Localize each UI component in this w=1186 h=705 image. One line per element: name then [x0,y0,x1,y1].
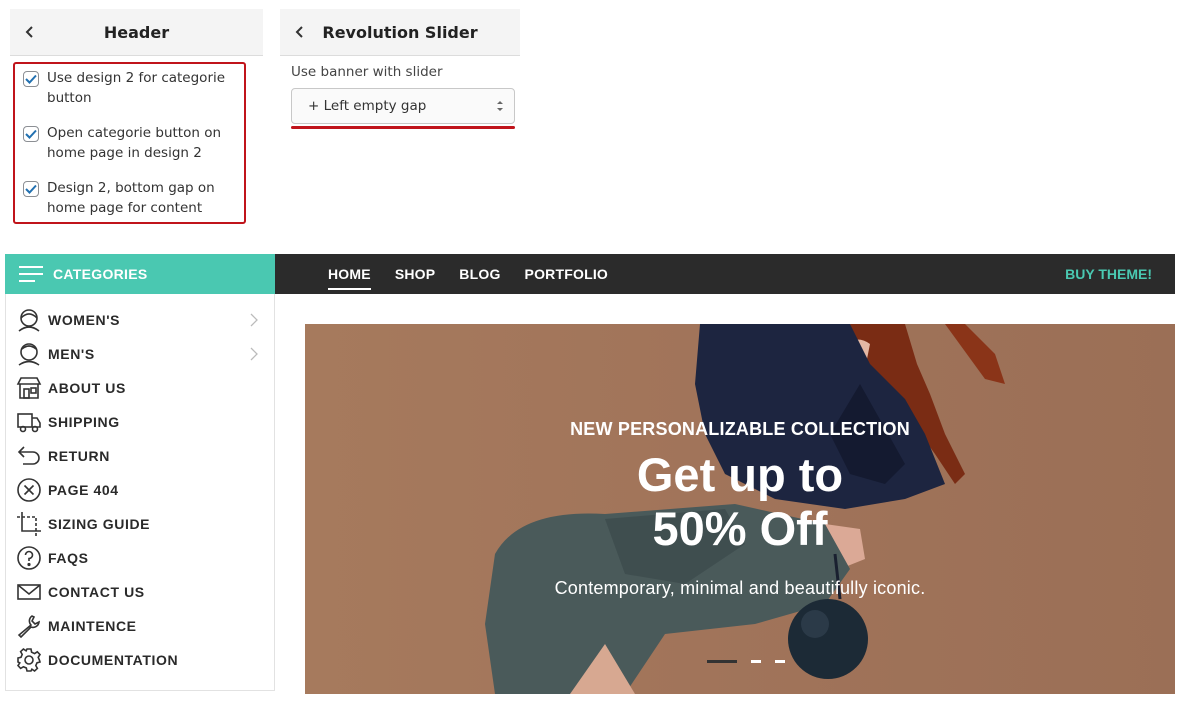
checkbox-label: Use design 2 for categorie button [47,70,226,106]
hero-slider[interactable]: NEW PERSONALIZABLE COLLECTION Get up to … [305,324,1175,694]
chevron-right-icon [250,347,258,361]
slide-dot-1[interactable] [707,660,737,663]
question-circle-icon [16,545,42,571]
slider-pagination [707,660,799,663]
category-page-404[interactable]: PAGE 404 [16,473,266,507]
checkbox[interactable] [23,71,39,87]
category-sizing-guide[interactable]: SIZING GUIDE [16,507,266,541]
hero-subtitle: Contemporary, minimal and beautifully ic… [554,578,926,598]
chevron-left-icon [295,26,303,38]
highlight-underline [291,126,515,129]
category-label: FAQS [48,550,89,566]
hamburger-icon [19,266,43,282]
checkbox-label: Design 2, bottom gap on home page for co… [47,180,215,216]
category-mens[interactable]: MEN'S [16,337,266,371]
option-design2-categorie[interactable]: Use design 2 for categorie button [23,68,247,108]
buy-theme-link[interactable]: BUY THEME! [1065,266,1152,282]
crop-icon [16,511,42,537]
envelope-icon [16,579,42,605]
checkbox[interactable] [23,126,39,142]
categories-label: CATEGORIES [53,266,148,282]
option-bottom-gap[interactable]: Design 2, bottom gap on home page for co… [23,178,247,218]
banner-select[interactable]: + Left empty gap [291,88,515,124]
categories-sidebar: WOMEN'S MEN'S ABOUT US SHIPPING RETURN P… [5,294,275,691]
category-maintence[interactable]: MAINTENCE [16,609,266,643]
category-label: MAINTENCE [48,618,137,634]
slide-dot-2[interactable] [751,660,761,663]
gear-icon [16,647,42,673]
slider-panel-head: Revolution Slider [280,9,520,56]
back-button[interactable] [18,17,42,47]
checkmark-icon [25,184,37,194]
nav-links: HOME SHOP BLOG PORTFOLIO [328,254,632,294]
chevron-left-icon [25,26,33,38]
select-arrows-icon [497,101,503,111]
main-navbar: CATEGORIES HOME SHOP BLOG PORTFOLIO BUY … [5,254,1175,294]
slide-dot-3[interactable] [775,660,785,663]
category-return[interactable]: RETURN [16,439,266,473]
checkmark-icon [25,129,37,139]
x-circle-icon [16,477,42,503]
category-contact-us[interactable]: CONTACT US [16,575,266,609]
hero-kicker: NEW PERSONALIZABLE COLLECTION [570,419,910,439]
checkbox[interactable] [23,181,39,197]
category-label: CONTACT US [48,584,145,600]
panel-title: Header [103,22,170,42]
checkbox-label: Open categorie button on home page in de… [47,125,222,161]
categories-button[interactable]: CATEGORIES [5,254,275,294]
checkmark-icon [25,74,37,84]
selected-value: + Left empty gap [308,98,427,114]
nav-link-portfolio[interactable]: PORTFOLIO [525,266,608,282]
back-button[interactable] [288,17,312,47]
chevron-right-icon [250,313,258,327]
category-label: RETURN [48,448,110,464]
return-arrow-icon [16,443,42,469]
category-label: MEN'S [48,346,95,362]
category-documentation[interactable]: DOCUMENTATION [16,643,266,677]
category-label: ABOUT US [48,380,126,396]
man-icon [16,341,42,367]
nav-link-home[interactable]: HOME [328,266,371,290]
category-label: SHIPPING [48,414,120,430]
woman-icon [16,307,42,333]
category-label: DOCUMENTATION [48,652,179,668]
hero-title-line2: 50% Off [652,502,828,555]
category-label: SIZING GUIDE [48,516,151,532]
category-faqs[interactable]: FAQS [16,541,266,575]
panel-title: Revolution Slider [322,22,478,42]
option-open-categorie[interactable]: Open categorie button on home page in de… [23,123,247,163]
wrench-icon [16,613,42,639]
truck-icon [16,409,42,435]
nav-link-blog[interactable]: BLOG [459,266,500,282]
header-panel-head: Header [10,9,263,56]
category-label: WOMEN'S [48,312,121,328]
header-options-group: Use design 2 for categorie button Open c… [13,62,246,224]
store-icon [16,375,42,401]
hero-title: Get up to 50% Off [305,448,1175,556]
category-label: PAGE 404 [48,482,119,498]
banner-field-label: Use banner with slider [291,64,443,80]
category-shipping[interactable]: SHIPPING [16,405,266,439]
hero-title-line1: Get up to [636,448,844,501]
category-about-us[interactable]: ABOUT US [16,371,266,405]
nav-link-shop[interactable]: SHOP [395,266,435,282]
category-womens[interactable]: WOMEN'S [16,303,266,337]
